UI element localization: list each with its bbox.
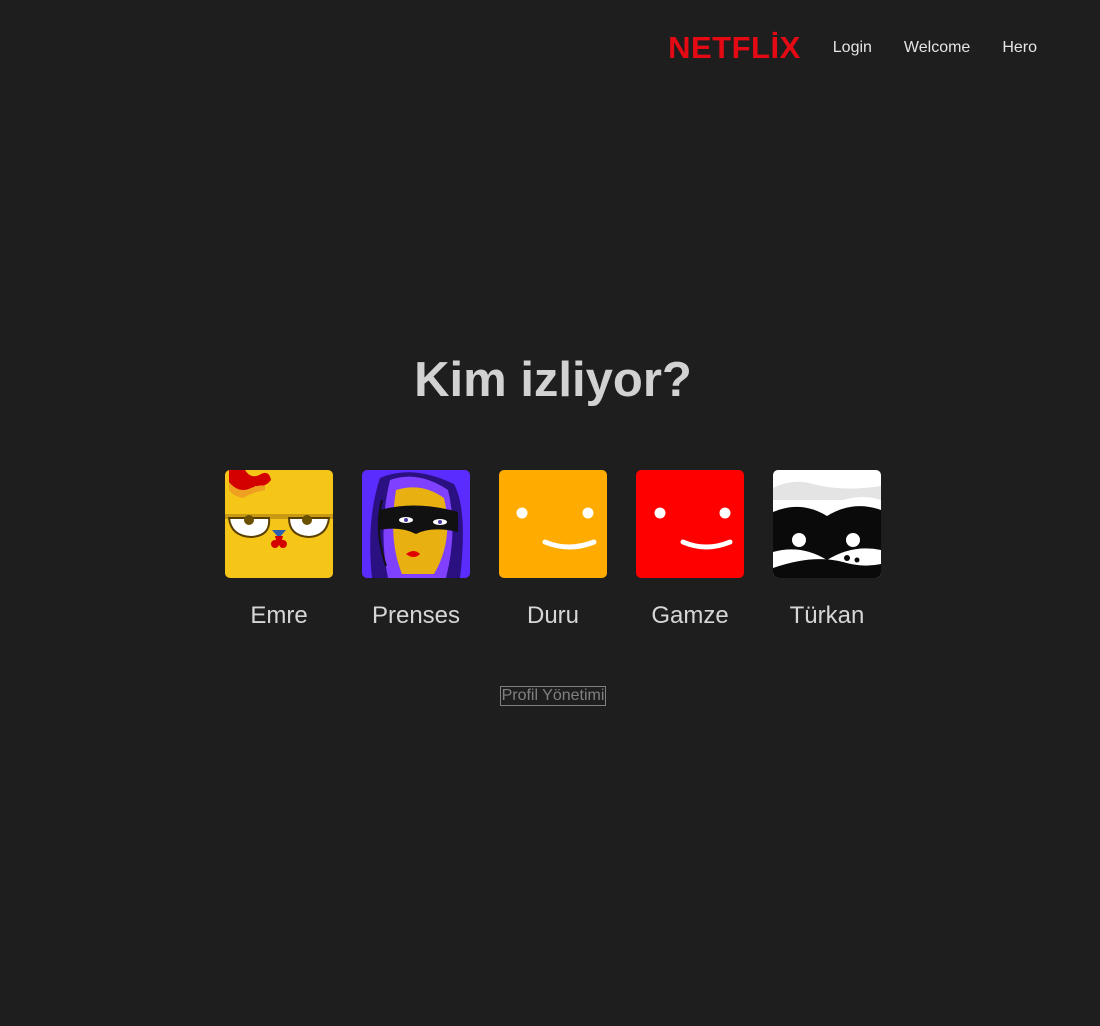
- nav-link-login[interactable]: Login: [833, 39, 872, 57]
- top-navbar: NETFLİX Login Welcome Hero: [668, 28, 1037, 68]
- manage-profiles-button[interactable]: Profil Yönetimi: [499, 686, 607, 706]
- profile-name: Prenses: [371, 602, 461, 629]
- nav-link-welcome[interactable]: Welcome: [904, 39, 970, 57]
- profile-emre[interactable]: Emre: [225, 470, 333, 630]
- smiley-avatar-icon[interactable]: [636, 470, 744, 578]
- profile-name: Duru: [526, 602, 580, 629]
- page: NETFLİX Login Welcome Hero Kim izliyor?: [0, 0, 1100, 1026]
- profile-prenses[interactable]: Prenses: [362, 470, 470, 630]
- masked-woman-avatar-icon[interactable]: [362, 470, 470, 578]
- bandit-mask-avatar-icon[interactable]: [773, 470, 881, 578]
- profile-selection: Kim izliyor? Emre Prenses Duru Gamze Tür…: [0, 350, 1100, 706]
- nav-link-hero[interactable]: Hero: [1002, 39, 1037, 57]
- smiley-avatar-icon[interactable]: [499, 470, 607, 578]
- profile-name: Türkan: [789, 602, 865, 629]
- netflix-logo[interactable]: NETFLİX: [668, 30, 801, 66]
- profile-gamze[interactable]: Gamze: [636, 470, 744, 630]
- profile-list: Emre Prenses Duru Gamze Türkan: [0, 470, 1100, 630]
- profile-name: Gamze: [651, 602, 729, 629]
- profile-turkan[interactable]: Türkan: [773, 470, 881, 630]
- profile-duru[interactable]: Duru: [499, 470, 607, 630]
- chicken-avatar-icon[interactable]: [225, 470, 333, 578]
- profile-name: Emre: [250, 602, 308, 629]
- page-title: Kim izliyor?: [414, 353, 692, 407]
